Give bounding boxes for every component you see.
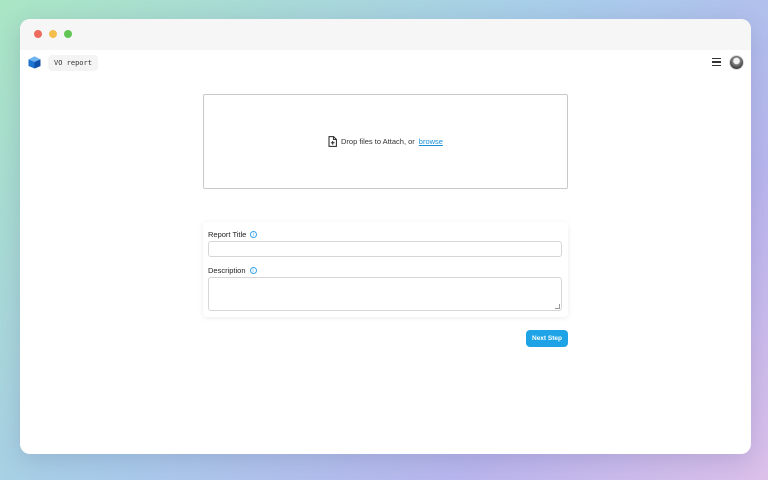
resize-handle-icon[interactable] bbox=[555, 304, 560, 309]
file-dropzone[interactable]: Drop files to Attach, or browse bbox=[203, 94, 568, 189]
hamburger-menu-icon[interactable] bbox=[712, 58, 721, 67]
top-navbar: VO report bbox=[20, 50, 751, 76]
info-icon[interactable]: i bbox=[250, 231, 258, 238]
report-form: Report Title i Description i bbox=[203, 222, 568, 317]
browser-window: VO report Drop files to Attach, or brows… bbox=[20, 19, 751, 454]
minimize-window-button[interactable] bbox=[49, 30, 57, 38]
user-avatar[interactable] bbox=[729, 55, 744, 70]
description-textarea[interactable] bbox=[208, 277, 562, 311]
description-label: Description i bbox=[208, 266, 257, 275]
next-step-button[interactable]: Next Step bbox=[526, 330, 568, 347]
report-title-input[interactable] bbox=[208, 241, 562, 257]
app-logo-icon[interactable] bbox=[28, 56, 41, 69]
title-bar bbox=[20, 19, 751, 50]
report-title-label: Report Title i bbox=[208, 230, 258, 239]
browse-link[interactable]: browse bbox=[419, 137, 443, 146]
app-name[interactable]: VO report bbox=[48, 55, 98, 71]
info-icon[interactable]: i bbox=[249, 267, 257, 274]
close-window-button[interactable] bbox=[34, 30, 42, 38]
dropzone-text: Drop files to Attach, or bbox=[341, 137, 415, 146]
zoom-window-button[interactable] bbox=[64, 30, 72, 38]
file-add-icon bbox=[328, 136, 337, 147]
report-title-label-text: Report Title bbox=[208, 230, 247, 239]
description-label-text: Description bbox=[208, 266, 246, 275]
